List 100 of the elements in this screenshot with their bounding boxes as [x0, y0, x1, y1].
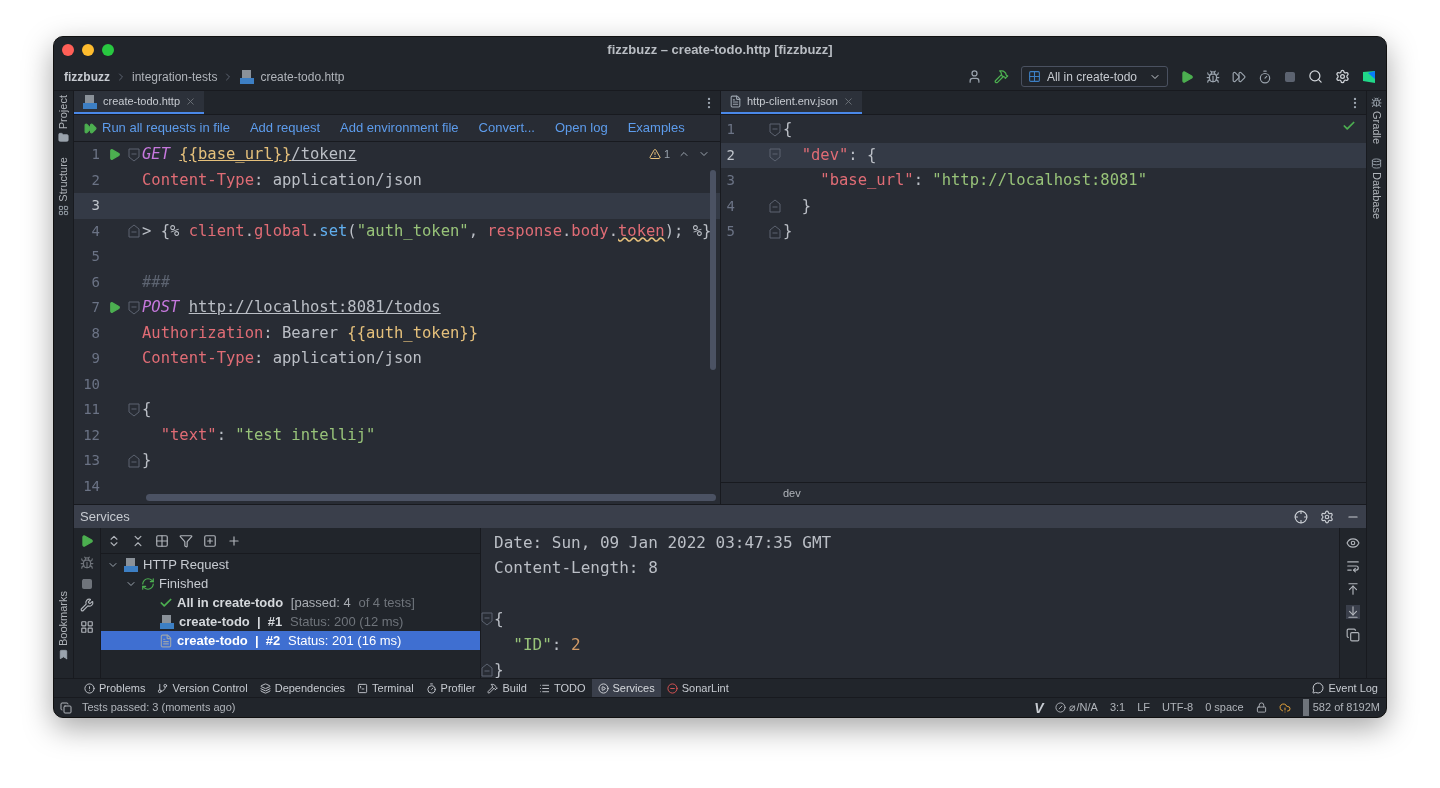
search-icon[interactable] — [1308, 69, 1323, 84]
maximize-window-button[interactable] — [102, 44, 114, 56]
no-entry-icon[interactable] — [1055, 702, 1067, 713]
layout-icon[interactable] — [80, 620, 94, 634]
wrap-icon[interactable] — [1346, 559, 1360, 573]
fold-marker-icon[interactable] — [128, 453, 140, 468]
status-item[interactable]: 3:1 — [1109, 699, 1126, 716]
tool-window-button[interactable]: Build — [481, 679, 533, 697]
fold-marker-icon[interactable] — [128, 147, 140, 162]
lock-icon[interactable] — [1255, 702, 1267, 713]
locate-icon[interactable] — [1294, 509, 1308, 524]
fold-marker-icon[interactable] — [769, 224, 781, 239]
fold-marker-icon[interactable] — [769, 122, 781, 137]
settings-icon[interactable] — [1335, 69, 1350, 84]
warning-count[interactable]: 1 — [648, 146, 670, 163]
status-item[interactable]: 0 space — [1205, 699, 1244, 716]
tool-window-label[interactable]: Gradle — [1368, 111, 1385, 145]
minus-circle-icon — [666, 682, 678, 694]
toolbar-link[interactable]: Add environment file — [340, 118, 459, 138]
logo-icon[interactable] — [1362, 69, 1376, 84]
group-icon[interactable] — [155, 533, 169, 548]
debug-icon[interactable] — [1206, 69, 1220, 84]
toolbar-link[interactable]: Run all requests in file — [84, 118, 230, 138]
close-tab-icon[interactable] — [842, 96, 854, 107]
stop-icon[interactable] — [81, 578, 93, 590]
breadcrumb-item[interactable]: dev — [783, 485, 801, 502]
panel-toggle-icon[interactable] — [60, 701, 72, 714]
line-number: 3 — [90, 196, 100, 216]
tool-window-button[interactable]: Profiler — [419, 679, 482, 697]
toolbar-link[interactable]: Examples — [627, 118, 685, 138]
status-item[interactable]: LF — [1137, 699, 1150, 716]
event-log-button[interactable]: Event Log — [1312, 679, 1378, 697]
status-item[interactable]: ⌀/N/A — [1069, 699, 1098, 716]
breadcrumb-item[interactable]: integration-tests — [132, 67, 218, 86]
run-config-dropdown[interactable]: All in create-todo — [1020, 66, 1168, 87]
scrollbar[interactable] — [146, 494, 716, 501]
build-icon[interactable] — [993, 69, 1009, 84]
filter-icon[interactable] — [179, 533, 193, 548]
view-icon[interactable] — [1346, 536, 1360, 550]
wrench-icon[interactable] — [80, 598, 94, 612]
file-icon — [159, 633, 173, 648]
debug-icon[interactable] — [80, 556, 94, 570]
fold-marker-icon[interactable] — [481, 663, 493, 678]
minimize-window-button[interactable] — [82, 44, 94, 56]
editor-tab[interactable]: create-todo.http — [74, 91, 205, 114]
run-icon[interactable] — [1180, 69, 1194, 84]
fold-marker-icon[interactable] — [481, 612, 493, 627]
collapse-all-icon[interactable] — [131, 533, 145, 548]
tree-item[interactable]: create-todo | #2 Status: 201 (16 ms) — [101, 631, 480, 650]
check-icon — [1342, 119, 1356, 133]
tool-window-button[interactable]: Version Control — [151, 679, 254, 697]
tool-window-label[interactable]: Project — [55, 95, 72, 130]
close-window-button[interactable] — [62, 44, 74, 56]
breadcrumb-item[interactable]: fizzbuzz — [64, 67, 110, 86]
run-request-icon[interactable] — [107, 148, 121, 162]
tool-window-label[interactable]: Bookmarks — [55, 590, 72, 646]
settings-icon[interactable] — [1320, 509, 1334, 524]
tree-item[interactable]: All in create-todo [passed: 4 of 4 tests] — [101, 593, 480, 612]
tool-window-label[interactable]: Database — [1368, 172, 1385, 220]
timer-icon[interactable] — [1258, 69, 1272, 84]
tool-window-button[interactable]: Problems — [78, 679, 152, 697]
copy-icon[interactable] — [1346, 628, 1360, 642]
scroll-end-icon[interactable] — [1346, 605, 1360, 619]
fold-marker-icon[interactable] — [769, 199, 781, 214]
run-icon[interactable] — [80, 534, 94, 548]
add-icon[interactable] — [227, 533, 241, 548]
tool-window-label[interactable]: Structure — [55, 157, 72, 202]
tree-item[interactable]: create-todo | #1 Status: 200 (12 ms) — [101, 612, 480, 631]
user-icon[interactable] — [966, 69, 982, 84]
timer-icon — [425, 682, 437, 694]
fold-marker-icon[interactable] — [128, 224, 140, 239]
stop-icon[interactable] — [1284, 70, 1296, 83]
tool-window-button[interactable]: TODO — [532, 679, 592, 697]
toolbar-link[interactable]: Add request — [249, 118, 320, 138]
tool-window-button[interactable]: SonarLint — [660, 679, 735, 697]
toolbar-link[interactable]: Convert... — [478, 118, 535, 138]
code-line: > {% client.global.set("auth_token", response.body.token); %} — [142, 220, 712, 242]
fold-marker-icon[interactable] — [769, 148, 781, 163]
toolbar-link[interactable]: Open log — [554, 118, 608, 138]
scrollbar[interactable] — [710, 170, 716, 370]
close-tab-icon[interactable] — [185, 96, 197, 107]
editor-tab[interactable]: http-client.env.json — [721, 91, 862, 114]
memory-indicator[interactable]: 582 of 8192M — [1302, 699, 1380, 716]
fold-marker-icon[interactable] — [128, 402, 140, 417]
tree-item[interactable]: HTTP Request — [101, 555, 480, 574]
line-number: 7 — [90, 298, 100, 318]
tree-item[interactable]: Finished — [101, 574, 480, 593]
tool-window-button[interactable]: Terminal — [351, 679, 420, 697]
fold-marker-icon[interactable] — [128, 300, 140, 315]
cloud-warning-icon[interactable] — [1278, 701, 1291, 714]
new-tab-icon[interactable] — [203, 533, 217, 548]
output-line: Content-Length: 8 — [494, 557, 658, 580]
status-item[interactable]: UTF-8 — [1162, 699, 1194, 716]
tool-window-button[interactable]: Dependencies — [253, 679, 352, 697]
tool-window-button[interactable]: Services — [591, 679, 661, 697]
breadcrumb-item[interactable]: create-todo.http — [260, 67, 345, 86]
run-request-icon[interactable] — [107, 301, 121, 315]
scroll-top-icon[interactable] — [1346, 582, 1360, 596]
vim-indicator[interactable]: V — [1034, 700, 1044, 715]
code-line: { — [142, 399, 152, 420]
